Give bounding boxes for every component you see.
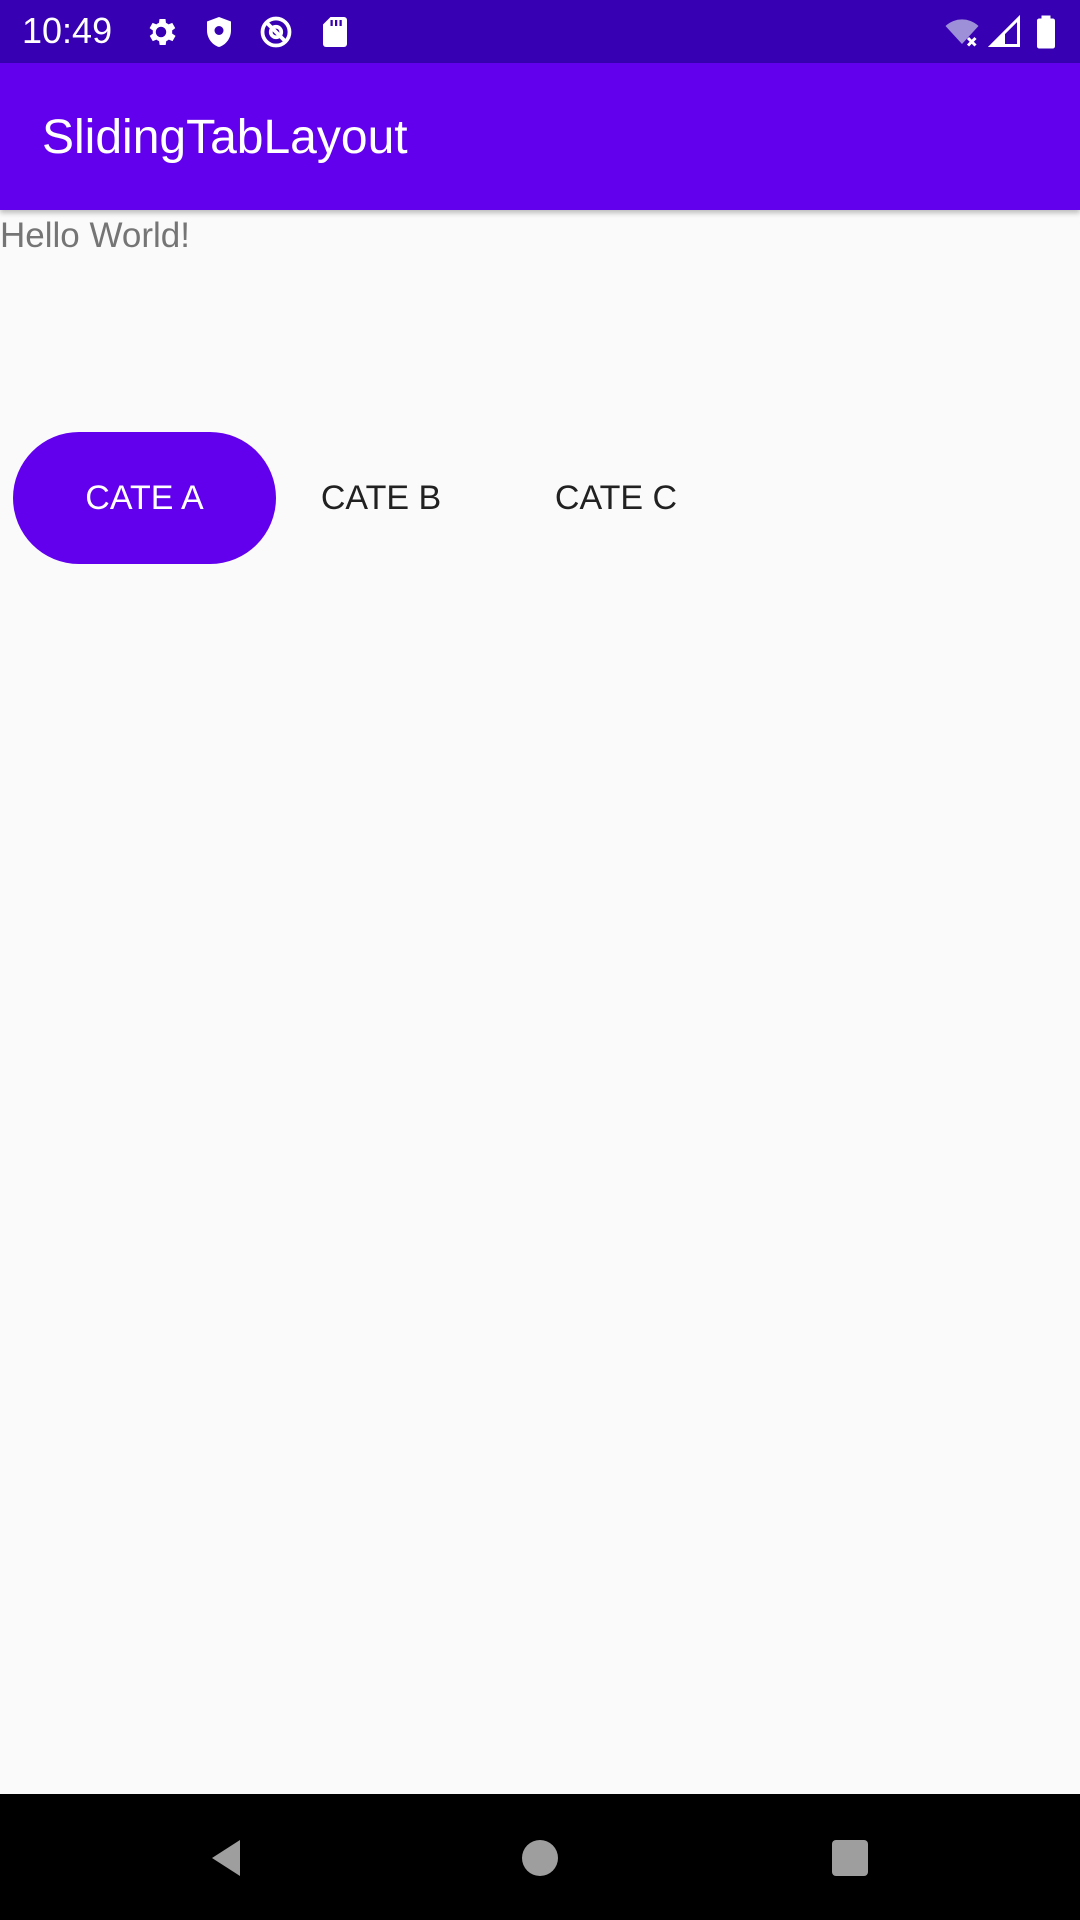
tab-cate-b[interactable]: CATE B (290, 432, 472, 564)
status-bar: 10:49 (0, 0, 1080, 63)
navigation-bar (0, 1794, 1080, 1920)
app-bar: SlidingTabLayout (0, 63, 1080, 210)
tab-cate-c[interactable]: CATE C (525, 432, 707, 564)
at-sign-icon (258, 14, 294, 50)
battery-icon (1033, 14, 1059, 50)
wifi-off-icon (944, 14, 980, 50)
tab-label: CATE C (554, 478, 678, 517)
status-time: 10:49 (22, 10, 113, 51)
sd-card-icon (317, 14, 353, 50)
app-title: SlidingTabLayout (42, 111, 408, 164)
shield-icon (201, 14, 237, 50)
sliding-tab-layout: CATE A CATE B CATE C (0, 422, 1080, 572)
home-button[interactable] (508, 1826, 572, 1890)
gear-icon (143, 14, 179, 50)
back-icon (202, 1834, 250, 1882)
home-icon (516, 1834, 564, 1882)
tab-label: CATE B (320, 478, 442, 517)
cell-signal-icon (987, 14, 1023, 50)
tab-cate-a[interactable]: CATE A (13, 432, 276, 564)
tab-label: CATE A (85, 478, 204, 517)
hello-text: Hello World! (0, 216, 190, 255)
back-button[interactable] (194, 1826, 258, 1890)
recents-button[interactable] (818, 1826, 882, 1890)
recents-icon (826, 1834, 874, 1882)
